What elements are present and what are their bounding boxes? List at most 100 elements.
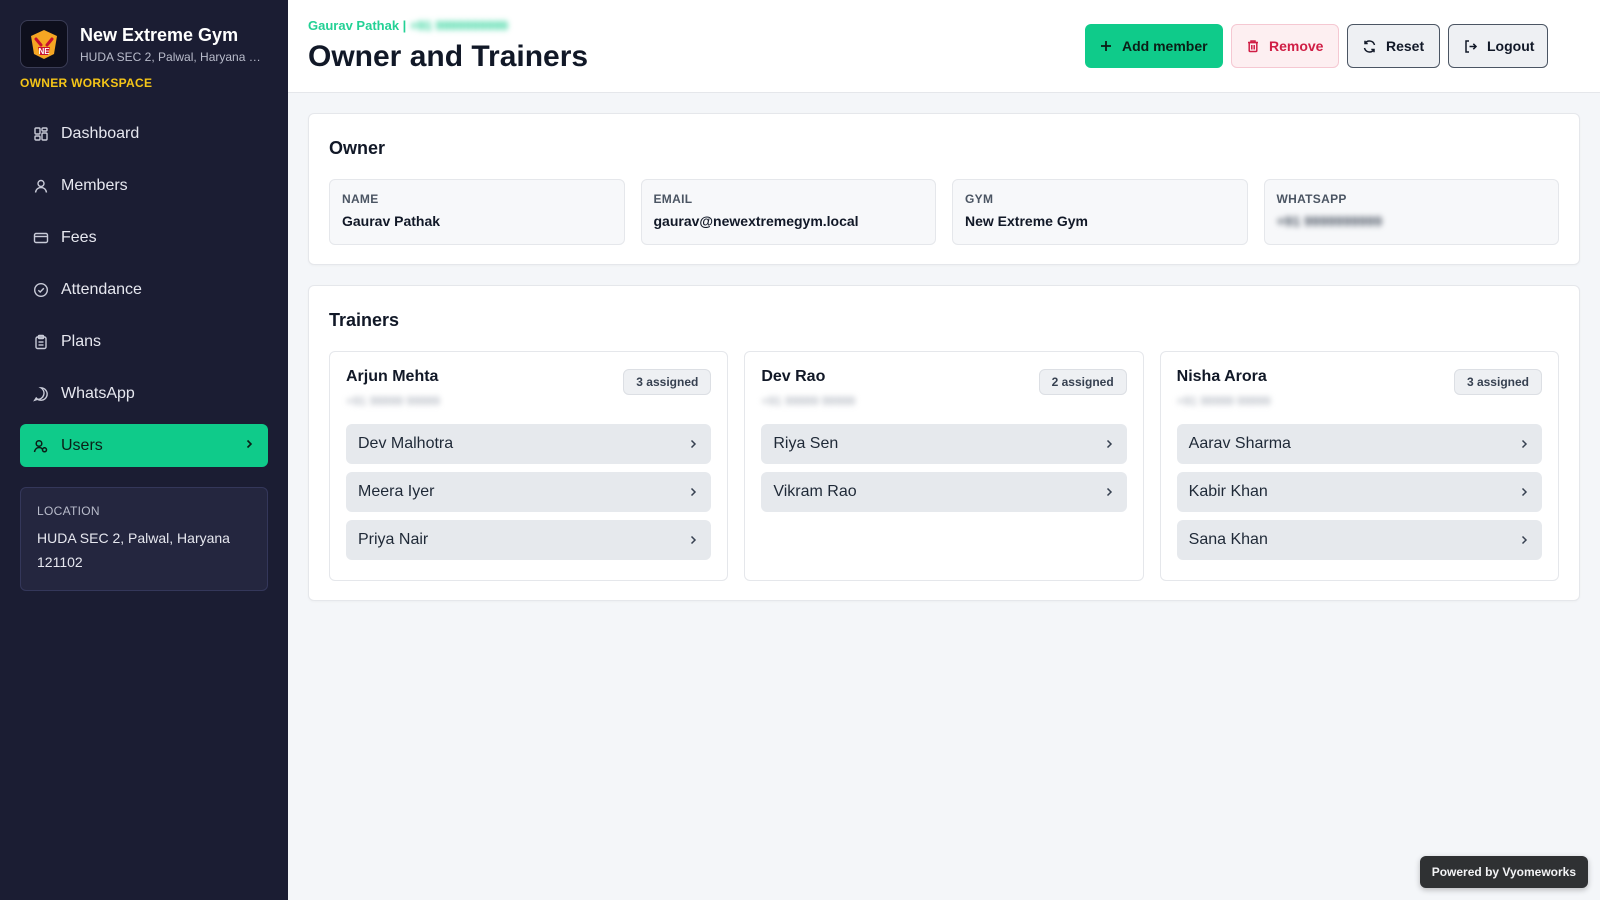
trainer-card: Arjun Mehta +91 99999 99999 3 assigned D… [329, 351, 729, 581]
page-title: Owner and Trainers [308, 40, 589, 73]
location-card: LOCATION HUDA SEC 2, Palwal, Haryana 121… [20, 487, 268, 591]
remove-button[interactable]: Remove [1231, 24, 1339, 68]
sidebar-item-plans[interactable]: Plans [20, 320, 268, 363]
user-icon [33, 178, 49, 194]
member-name: Vikram Rao [773, 483, 857, 500]
field-label: NAME [342, 192, 379, 206]
chevron-right-icon [687, 438, 699, 450]
top-header: Gaurav Pathak | +91 9999999999 Owner and… [288, 0, 1600, 93]
member-item[interactable]: Meera Iyer [346, 472, 712, 512]
field-value: gaurav@newextremegym.local [653, 213, 859, 229]
chevron-right-icon [243, 437, 255, 455]
plus-icon [1099, 39, 1113, 53]
member-item[interactable]: Kabir Khan [1176, 472, 1542, 512]
trainer-phone: +91 99999 99999 [761, 394, 856, 408]
member-name: Riya Sen [773, 435, 839, 452]
sidebar-item-fees[interactable]: Fees [20, 216, 268, 259]
remove-label: Remove [1269, 38, 1324, 54]
chevron-right-icon [1103, 438, 1115, 450]
owner-email-field: EMAIL gaurav@newextremegym.local [640, 179, 936, 245]
powered-by-badge: Powered by Vyomeworks [1419, 856, 1588, 888]
chevron-right-icon [687, 534, 699, 546]
sidebar-item-users[interactable]: Users [20, 424, 268, 467]
sidebar-item-members[interactable]: Members [20, 164, 268, 207]
workspace-label: OWNER WORKSPACE [20, 76, 153, 90]
sidebar-item-label: Attendance [61, 280, 142, 298]
chevron-right-icon [1518, 534, 1530, 546]
member-item[interactable]: Priya Nair [346, 520, 712, 560]
owner-gym-field: GYM New Extreme Gym [952, 179, 1248, 245]
trainer-phone: +91 99999 99999 [346, 394, 440, 408]
assigned-member-list: Aarav Sharma Kabir Khan Sana Khan [1176, 424, 1542, 560]
member-name: Aarav Sharma [1188, 435, 1291, 452]
assigned-badge: 2 assigned [1038, 369, 1127, 395]
member-item[interactable]: Sana Khan [1176, 520, 1542, 560]
location-address: HUDA SEC 2, Palwal, Haryana 121102 [37, 526, 251, 574]
field-value: Gaurav Pathak [342, 213, 441, 229]
sidebar-item-dashboard[interactable]: Dashboard [20, 112, 268, 155]
sidebar-item-label: Fees [61, 228, 97, 246]
gym-name: New Extreme Gym [80, 25, 239, 45]
assigned-badge: 3 assigned [1453, 369, 1542, 395]
trash-icon [1246, 39, 1260, 53]
field-value: +91 9999999999 [1276, 213, 1383, 229]
dashboard-icon [33, 126, 49, 142]
add-member-label: Add member [1122, 38, 1208, 54]
card-icon [33, 230, 49, 246]
sidebar-item-attendance[interactable]: Attendance [20, 268, 268, 311]
trainers-panel: Trainers Arjun Mehta +91 99999 99999 3 a… [308, 285, 1580, 601]
location-line-1: HUDA SEC 2, Palwal, Haryana [37, 530, 230, 546]
assigned-badge: 3 assigned [623, 369, 712, 395]
check-circle-icon [33, 282, 49, 298]
field-label: WHATSAPP [1276, 192, 1347, 206]
member-item[interactable]: Vikram Rao [761, 472, 1127, 512]
field-label: GYM [965, 192, 994, 206]
member-name: Kabir Khan [1188, 483, 1268, 500]
member-item[interactable]: Riya Sen [761, 424, 1127, 464]
user-name: Gaurav Pathak [308, 18, 400, 33]
member-name: Meera Iyer [358, 483, 435, 500]
chevron-right-icon [687, 486, 699, 498]
member-name: Dev Malhotra [358, 435, 454, 452]
header-actions: Add member Remove Reset Logout [1085, 24, 1548, 68]
add-member-button[interactable]: Add member [1085, 24, 1223, 68]
logout-label: Logout [1487, 38, 1535, 54]
assigned-member-list: Dev Malhotra Meera Iyer Priya Nair [346, 424, 712, 560]
clipboard-icon [33, 334, 49, 350]
owner-whatsapp-field: WHATSAPP +91 9999999999 [1263, 179, 1559, 245]
owner-title: Owner [329, 138, 386, 158]
owner-fields: NAME Gaurav Pathak EMAIL gaurav@newextre… [329, 179, 1559, 245]
location-line-2: 121102 [37, 554, 83, 570]
location-title: LOCATION [37, 504, 100, 518]
sidebar-item-label: Plans [61, 332, 102, 350]
refresh-icon [1362, 39, 1377, 54]
logout-button[interactable]: Logout [1448, 24, 1548, 68]
chevron-right-icon [1103, 486, 1115, 498]
reset-label: Reset [1386, 38, 1425, 54]
sidebar-item-label: Members [61, 176, 128, 194]
member-item[interactable]: Dev Malhotra [346, 424, 712, 464]
field-label: EMAIL [653, 192, 693, 206]
sidebar: NE New Extreme Gym HUDA SEC 2, Palwal, H… [0, 0, 288, 900]
member-item[interactable]: Aarav Sharma [1176, 424, 1542, 464]
trainer-phone: +91 99999 99999 [1176, 394, 1271, 408]
user-separator: | [402, 18, 407, 33]
trainer-card: Nisha Arora +91 99999 99999 3 assigned A… [1159, 351, 1559, 581]
sidebar-item-whatsapp[interactable]: WhatsApp [20, 372, 268, 415]
chevron-right-icon [1518, 438, 1530, 450]
trainer-grid: Arjun Mehta +91 99999 99999 3 assigned D… [329, 351, 1559, 581]
sidebar-item-label: Dashboard [61, 124, 140, 142]
field-value: New Extreme Gym [965, 213, 1088, 229]
brand: NE New Extreme Gym HUDA SEC 2, Palwal, H… [0, 0, 288, 68]
user-phone: +91 9999999999 [409, 18, 508, 33]
chat-icon [33, 386, 49, 402]
member-name: Sana Khan [1188, 531, 1268, 548]
chevron-right-icon [1518, 486, 1530, 498]
sidebar-nav: Dashboard Members Fees Attendance Plans [0, 112, 288, 467]
member-name: Priya Nair [358, 531, 429, 548]
owner-panel: Owner NAME Gaurav Pathak EMAIL gaurav@ne… [308, 113, 1580, 265]
reset-button[interactable]: Reset [1347, 24, 1440, 68]
logout-icon [1463, 39, 1478, 54]
current-user: Gaurav Pathak | +91 9999999999 [308, 18, 508, 33]
gym-logo: NE [20, 20, 68, 68]
